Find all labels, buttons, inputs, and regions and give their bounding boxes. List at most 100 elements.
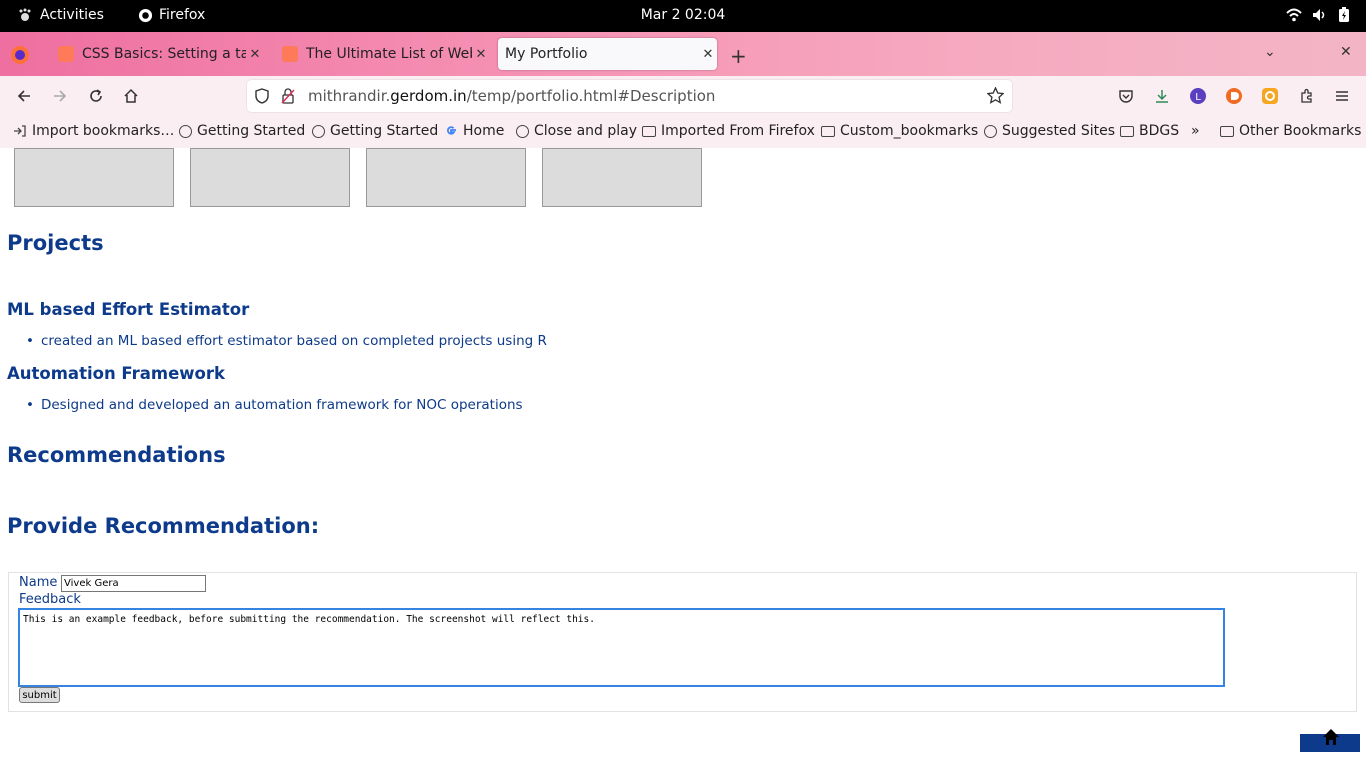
hubspot-icon: [282, 46, 298, 62]
new-tab-icon[interactable]: +: [730, 44, 747, 68]
pocket-icon[interactable]: [1116, 86, 1136, 106]
close-tab-icon[interactable]: ✕: [246, 47, 264, 62]
bookmark-close-and-play[interactable]: Close and play: [516, 123, 637, 139]
firefox-app-icon: [138, 8, 153, 22]
bookmark-bdgs[interactable]: BDGS: [1120, 123, 1179, 139]
svg-text:L: L: [1195, 92, 1201, 103]
close-tab-icon[interactable]: ✕: [699, 47, 717, 62]
recommendation-form: Name Feedback This is an example feedbac…: [8, 572, 1357, 712]
projects-heading: Projects: [7, 231, 104, 255]
bookmark-custom-bookmarks[interactable]: Custom_bookmarks: [821, 123, 978, 139]
recommendations-heading: Recommendations: [7, 443, 226, 467]
close-tab-icon[interactable]: ✕: [472, 47, 490, 62]
submit-button[interactable]: submit: [19, 687, 60, 703]
bookmark-star-icon[interactable]: [986, 86, 1005, 108]
name-input[interactable]: [61, 575, 206, 592]
hubspot-icon: [58, 46, 74, 62]
address-bar[interactable]: mithrandir.gerdom.in/temp/portfolio.html…: [247, 80, 1012, 112]
google-icon: [447, 126, 456, 135]
bookmark-label: Imported From Firefox: [661, 123, 815, 139]
bookmark-home[interactable]: Home: [444, 123, 504, 139]
gnome-foot-icon: [19, 8, 31, 21]
project-title: ML based Effort Estimator: [7, 300, 250, 319]
forward-icon[interactable]: [50, 86, 70, 106]
bookmark-label: Custom_bookmarks: [840, 123, 979, 139]
globe-icon: [179, 124, 192, 138]
account-avatar-icon[interactable]: L: [1188, 86, 1208, 106]
grammarly-icon[interactable]: [1260, 86, 1280, 106]
folder-icon: [1220, 125, 1234, 137]
extensions-puzzle-icon[interactable]: [1297, 86, 1317, 106]
bookmark-label: Other Bookmarks: [1239, 123, 1362, 139]
system-top-bar: Activities Firefox Mar 2 02:04: [0, 0, 1366, 32]
list-all-tabs-icon[interactable]: ⌄: [1264, 44, 1276, 60]
activities-label: Activities: [40, 7, 104, 23]
back-icon[interactable]: [14, 86, 34, 106]
bookmark-getting-started-2[interactable]: Getting Started: [312, 123, 438, 139]
clock[interactable]: Mar 2 02:04: [640, 7, 726, 23]
tracking-shield-icon[interactable]: [255, 88, 269, 108]
activities-button[interactable]: Activities: [18, 7, 104, 23]
firefox-logo-icon: [11, 46, 29, 64]
battery-icon: [1339, 7, 1349, 22]
feedback-label: Feedback: [19, 592, 81, 607]
bookmark-label: Import bookmarks…: [32, 123, 175, 139]
folder-icon: [821, 125, 835, 137]
url-domain: gerdom.in: [390, 87, 467, 105]
project-description: created an ML based effort estimator bas…: [26, 333, 547, 349]
project-description: Designed and developed an automation fra…: [26, 397, 523, 413]
bookmark-label: Getting Started: [197, 123, 306, 139]
bookmark-label: Getting Started: [330, 123, 439, 139]
bookmark-label: Home: [463, 123, 505, 139]
folder-icon: [1120, 125, 1134, 137]
bookmark-import[interactable]: Import bookmarks…: [13, 123, 174, 139]
close-window-icon[interactable]: ✕: [1340, 44, 1352, 60]
bookmark-suggested-sites[interactable]: Suggested Sites: [984, 123, 1115, 139]
gallery-thumbnail: [542, 148, 702, 207]
downloads-icon[interactable]: [1152, 86, 1172, 106]
bookmark-label: BDGS: [1139, 123, 1180, 139]
bookmark-label: Close and play: [534, 123, 638, 139]
firefox-view-button[interactable]: [10, 45, 30, 69]
app-menu-firefox[interactable]: Firefox: [138, 7, 205, 23]
reload-icon[interactable]: [86, 86, 106, 106]
app-name: Firefox: [159, 7, 206, 23]
bookmarks-overflow-chevron-icon[interactable]: »: [1191, 123, 1200, 139]
gallery-thumbnail: [190, 148, 350, 207]
wifi-icon: [1286, 8, 1302, 22]
tab-strip: CSS Basics: Setting a table ✕ The Ultima…: [0, 32, 1366, 76]
navigation-toolbar: mithrandir.gerdom.in/temp/portfolio.html…: [0, 76, 1366, 116]
provide-recommendation-heading: Provide Recommendation:: [7, 514, 320, 538]
url-path: /temp/portfolio.html#Description: [466, 87, 716, 105]
extension-addon-icon[interactable]: [1224, 86, 1244, 106]
globe-icon: [312, 124, 325, 138]
hamburger-menu-icon[interactable]: [1332, 86, 1352, 106]
folder-icon: [642, 125, 656, 137]
feedback-textarea[interactable]: This is an example feedback, before subm…: [19, 609, 1224, 686]
globe-icon: [516, 124, 529, 138]
url-subdomain: mithrandir.: [308, 87, 391, 105]
tab-title: The Ultimate List of Web-: [306, 46, 472, 62]
insecure-lock-icon[interactable]: [281, 88, 295, 108]
project-title: Automation Framework: [7, 364, 225, 383]
page-content: Projects ML based Effort Estimator creat…: [0, 148, 1366, 768]
tab-css-basics[interactable]: CSS Basics: Setting a table ✕: [48, 38, 264, 70]
tab-ultimate-list[interactable]: The Ultimate List of Web- ✕: [272, 38, 490, 70]
tab-my-portfolio[interactable]: My Portfolio ✕: [498, 38, 717, 70]
home-icon[interactable]: [121, 86, 141, 106]
bookmarks-toolbar: Import bookmarks… Getting Started Gettin…: [0, 116, 1366, 148]
home-icon: [1323, 729, 1339, 745]
other-bookmarks[interactable]: Other Bookmarks: [1220, 123, 1361, 139]
gallery-thumbnail: [14, 148, 174, 207]
gallery-thumbnail: [366, 148, 526, 207]
globe-icon: [984, 124, 997, 138]
url-text[interactable]: mithrandir.gerdom.in/temp/portfolio.html…: [308, 87, 715, 105]
bookmark-imported-from-firefox[interactable]: Imported From Firefox: [642, 123, 815, 139]
system-tray[interactable]: [1286, 7, 1350, 23]
bookmark-label: Suggested Sites: [1002, 123, 1116, 139]
bookmark-getting-started-1[interactable]: Getting Started: [179, 123, 305, 139]
back-to-top-home-button[interactable]: [1300, 729, 1360, 752]
volume-icon: [1313, 9, 1325, 21]
import-icon: [14, 125, 26, 137]
tab-title: My Portfolio: [505, 46, 588, 62]
